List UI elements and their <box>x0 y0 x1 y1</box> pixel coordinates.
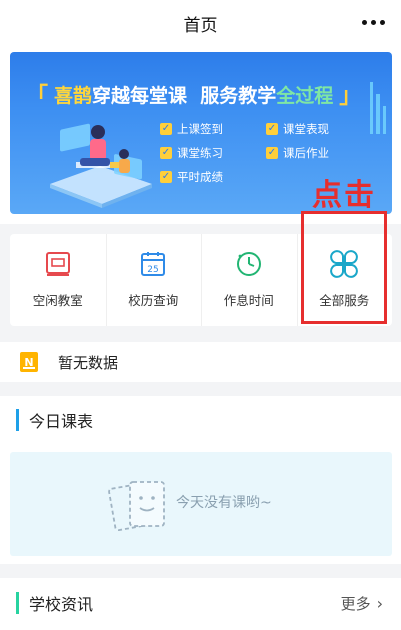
check-icon: ✓ <box>266 147 278 159</box>
student-illustration <box>50 123 152 208</box>
today-schedule-section: 今日课表 今天没有课哟~ <box>0 396 401 564</box>
banner-headline: 「 喜鹊 穿越每堂课 服务教学 全过程 」 <box>26 79 376 109</box>
section-title: 学校资讯 <box>29 595 94 614</box>
more-label: 更多 <box>340 595 371 613</box>
chevron-right-icon: › <box>376 594 383 613</box>
highlight-box <box>301 211 387 324</box>
section-title: 今日课表 <box>29 412 94 431</box>
school-news-section: 学校资讯 更多 › <box>0 578 401 630</box>
check-icon: ✓ <box>160 171 172 183</box>
decor-bars <box>370 74 386 134</box>
page-title: 首页 <box>183 16 218 36</box>
headline-emphasis: 全过程 <box>276 84 334 107</box>
bracket-left: 「 <box>26 84 49 109</box>
calendar-icon: 25 <box>141 252 166 276</box>
feature-item: ✓ 平时成绩 <box>160 170 223 184</box>
svg-text:25: 25 <box>148 265 159 275</box>
service-free-classroom[interactable]: 空闲教室 <box>10 234 106 326</box>
service-label: 空闲教室 <box>32 293 83 308</box>
empty-schedule-icon <box>108 481 165 532</box>
notice-icon: N <box>20 352 38 372</box>
bracket-right: 」 <box>339 84 362 109</box>
empty-schedule-card: 今天没有课哟~ <box>10 452 392 556</box>
classroom-icon <box>45 252 70 276</box>
more-link[interactable]: 更多 › <box>341 593 383 614</box>
check-icon: ✓ <box>160 123 172 135</box>
check-icon: ✓ <box>266 123 278 135</box>
headline-middle: 穿越每堂课 服务教学 <box>92 84 277 107</box>
section-header: 学校资讯 <box>16 591 93 615</box>
check-icon: ✓ <box>160 147 172 159</box>
feature-item: ✓ 课堂表现 <box>266 122 329 136</box>
service-calendar[interactable]: 25 校历查询 <box>105 234 202 326</box>
service-schedule-time[interactable]: 作息时间 <box>201 234 297 326</box>
more-dots-icon[interactable] <box>355 10 391 34</box>
section-accent-bar <box>16 592 19 614</box>
headline-brand: 喜鹊 <box>54 84 93 107</box>
service-label: 作息时间 <box>223 293 274 308</box>
nav-bar: 首页 <box>0 0 401 44</box>
click-hint-label: 点击 <box>312 178 376 213</box>
service-label: 校历查询 <box>128 293 179 308</box>
clock-icon <box>236 252 261 276</box>
section-header: 今日课表 <box>16 408 93 432</box>
notice-bar[interactable]: N 暂无数据 <box>0 342 401 382</box>
notice-text: 暂无数据 <box>58 353 119 372</box>
feature-item: ✓ 课堂练习 <box>160 146 223 160</box>
empty-schedule-text: 今天没有课哟~ <box>176 495 272 511</box>
feature-item: ✓ 上课签到 <box>160 122 223 136</box>
feature-item: ✓ 课后作业 <box>266 146 329 160</box>
section-accent-bar <box>16 409 19 431</box>
